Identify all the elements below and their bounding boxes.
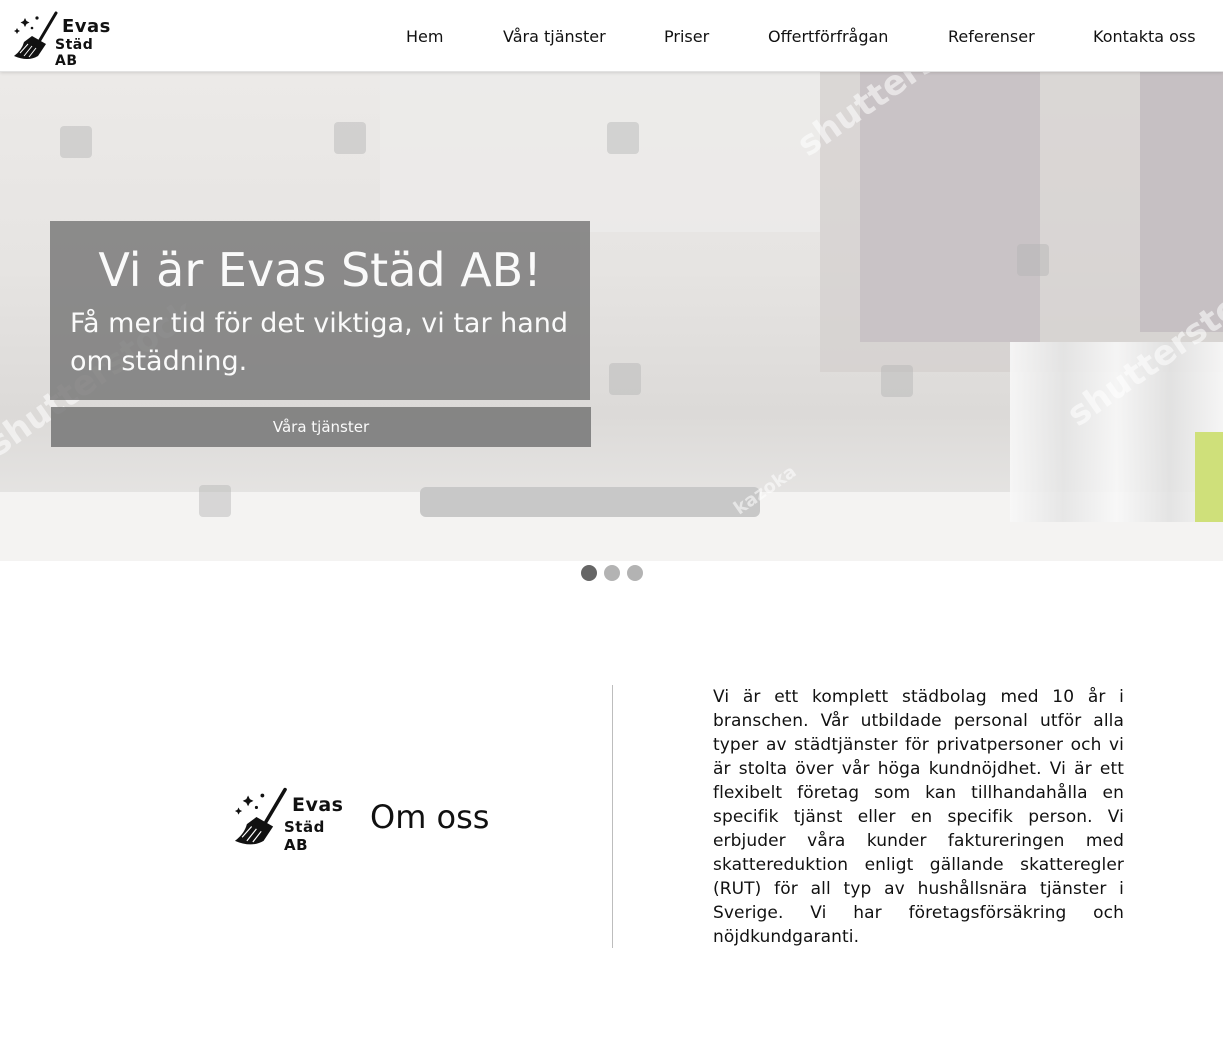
broom-icon [14,11,58,59]
hero-carousel[interactable]: shutterstock shutterstock shutterstock k… [0,72,1223,561]
broom-icon [234,787,287,845]
nav-item-offertforfragan[interactable]: Offertförfrågan [768,27,888,46]
hero-background-sink [420,487,760,517]
site-header: Evas Städ AB Hem Våra tjänster Priser Of… [0,0,1223,72]
watermark-icon [199,485,231,517]
nav-item-referenser[interactable]: Referenser [948,27,1035,46]
brand-name-line1: Evas [62,16,111,37]
nav-item-priser[interactable]: Priser [664,27,709,46]
nav-item-vara-tjanster[interactable]: Våra tjänster [503,27,606,46]
about-divider [612,685,613,948]
hero-background-window-2 [1140,72,1223,332]
brand-name-line2: Städ AB [55,37,94,69]
watermark-icon [1017,244,1049,276]
carousel-dot-2[interactable] [604,565,620,581]
watermark-icon [60,126,92,158]
about-brand-line1: Evas [292,794,344,816]
nav-item-hem[interactable]: Hem [406,27,443,46]
watermark-icon [334,122,366,154]
hero-background-shelf [380,72,820,232]
about-brand-logo: Evas Städ AB [230,786,352,854]
hero-text-panel: Vi är Evas Städ AB! Få mer tid för det v… [50,221,590,400]
hero-background-green-plant [1195,432,1223,522]
watermark-icon [607,122,639,154]
about-brand-line2: Städ AB [284,818,325,854]
nav-item-kontakta-oss[interactable]: Kontakta oss [1093,27,1196,46]
about-description: Vi är ett komplett städbolag med 10 år i… [713,687,1124,947]
hero-services-button[interactable]: Våra tjänster [51,407,591,447]
carousel-dot-1[interactable] [581,565,597,581]
about-title: Om oss [370,798,490,836]
hero-title: Vi är Evas Städ AB! [98,243,542,297]
watermark-icon [881,365,913,397]
watermark-icon [609,363,641,395]
hero-subtitle: Få mer tid för det viktiga, vi tar hand … [70,308,569,377]
carousel-dot-3[interactable] [627,565,643,581]
brand-logo[interactable]: Evas Städ AB [10,10,120,69]
